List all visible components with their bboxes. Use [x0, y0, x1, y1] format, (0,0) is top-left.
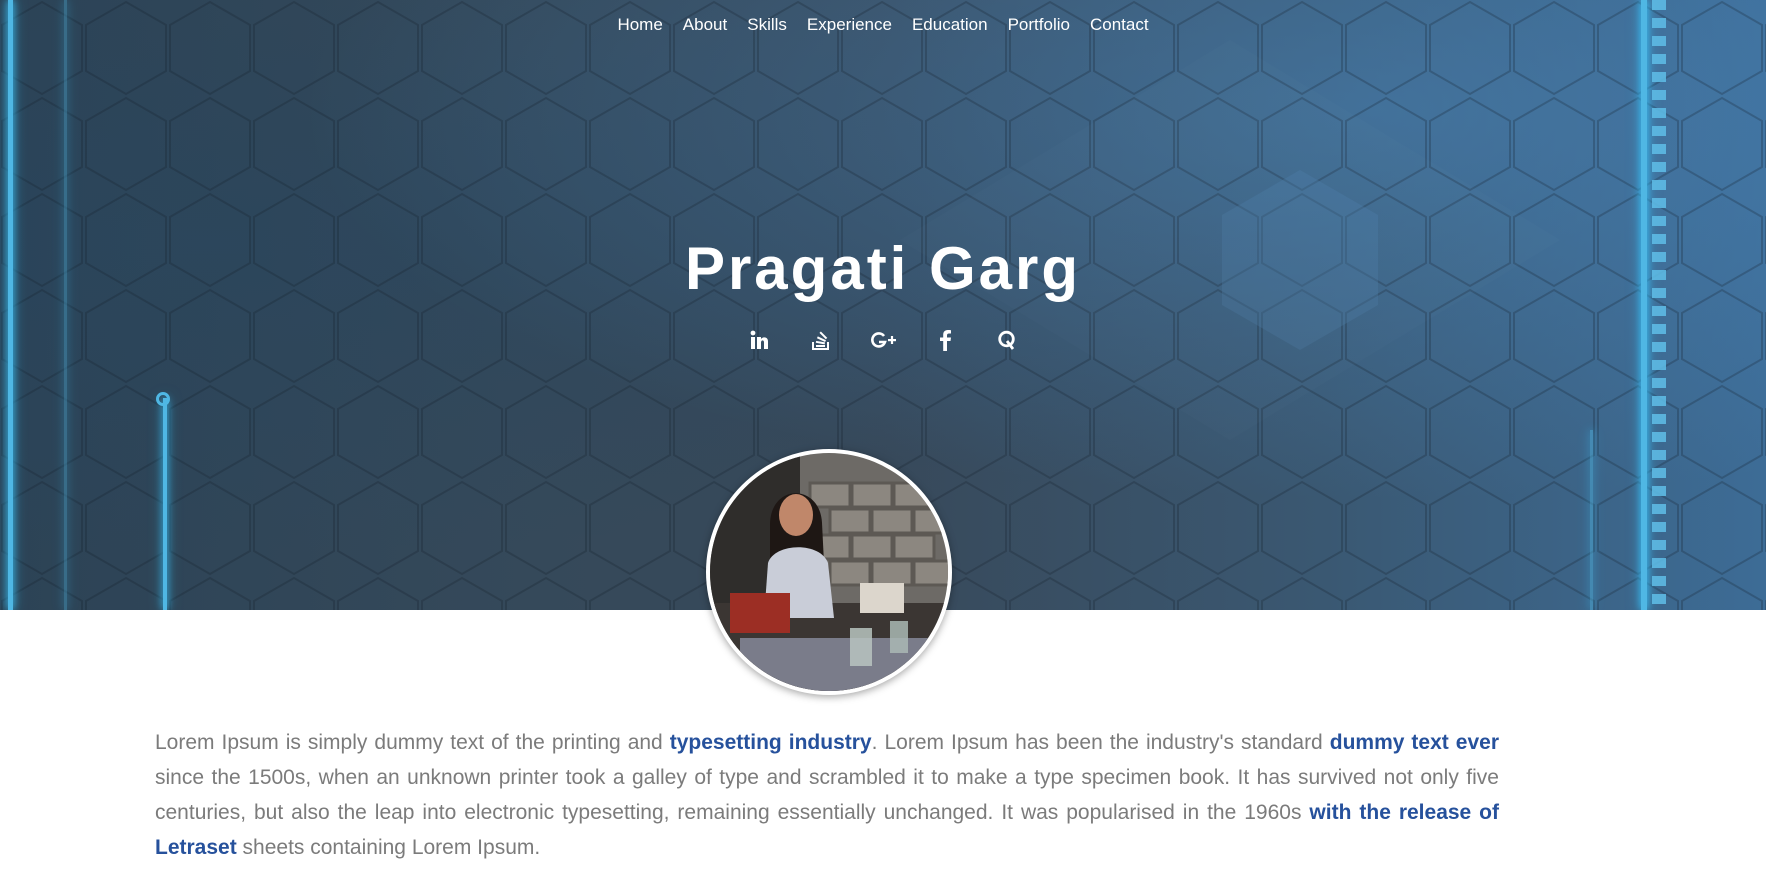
- about-paragraph: Lorem Ipsum is simply dummy text of the …: [155, 725, 1499, 865]
- right-dash-strip: [1652, 0, 1666, 610]
- nav-experience[interactable]: Experience: [797, 14, 902, 36]
- nav-contact[interactable]: Contact: [1080, 14, 1159, 36]
- highlight-typesetting: typesetting industry: [669, 731, 872, 754]
- nav-skills[interactable]: Skills: [737, 14, 797, 36]
- page-title: Pragati Garg: [684, 235, 1082, 302]
- nav-home[interactable]: Home: [607, 14, 672, 36]
- about-text-2: . Lorem Ipsum has been the industry's st…: [871, 731, 1330, 754]
- about-text-1: Lorem Ipsum is simply dummy text of the …: [155, 731, 670, 754]
- social-links: [0, 322, 1766, 358]
- stackoverflow-icon[interactable]: [790, 322, 852, 358]
- left-circuit-line: [163, 398, 167, 610]
- quora-icon[interactable]: [976, 322, 1038, 358]
- highlight-dummy-text: dummy text ever: [1329, 731, 1499, 754]
- profile-avatar: [706, 449, 952, 695]
- google-plus-icon[interactable]: [852, 322, 914, 358]
- nav-about[interactable]: About: [673, 14, 737, 36]
- left-glow-line-2: [64, 0, 67, 610]
- top-nav: Home About Skills Experience Education P…: [0, 14, 1766, 36]
- linkedin-icon[interactable]: [728, 322, 790, 358]
- left-glow-line: [8, 0, 13, 610]
- about-text-4: sheets containing Lorem Ipsum.: [236, 836, 541, 859]
- facebook-icon[interactable]: [914, 322, 976, 358]
- right-glow-line: [1641, 0, 1647, 610]
- nav-portfolio[interactable]: Portfolio: [998, 14, 1080, 36]
- circuit-node: [156, 392, 170, 406]
- about-text-3: since the 1500s, when an unknown printer…: [155, 766, 1499, 824]
- right-glow-line-2: [1590, 430, 1593, 610]
- profile-photo: [710, 453, 948, 691]
- nav-education[interactable]: Education: [902, 14, 998, 36]
